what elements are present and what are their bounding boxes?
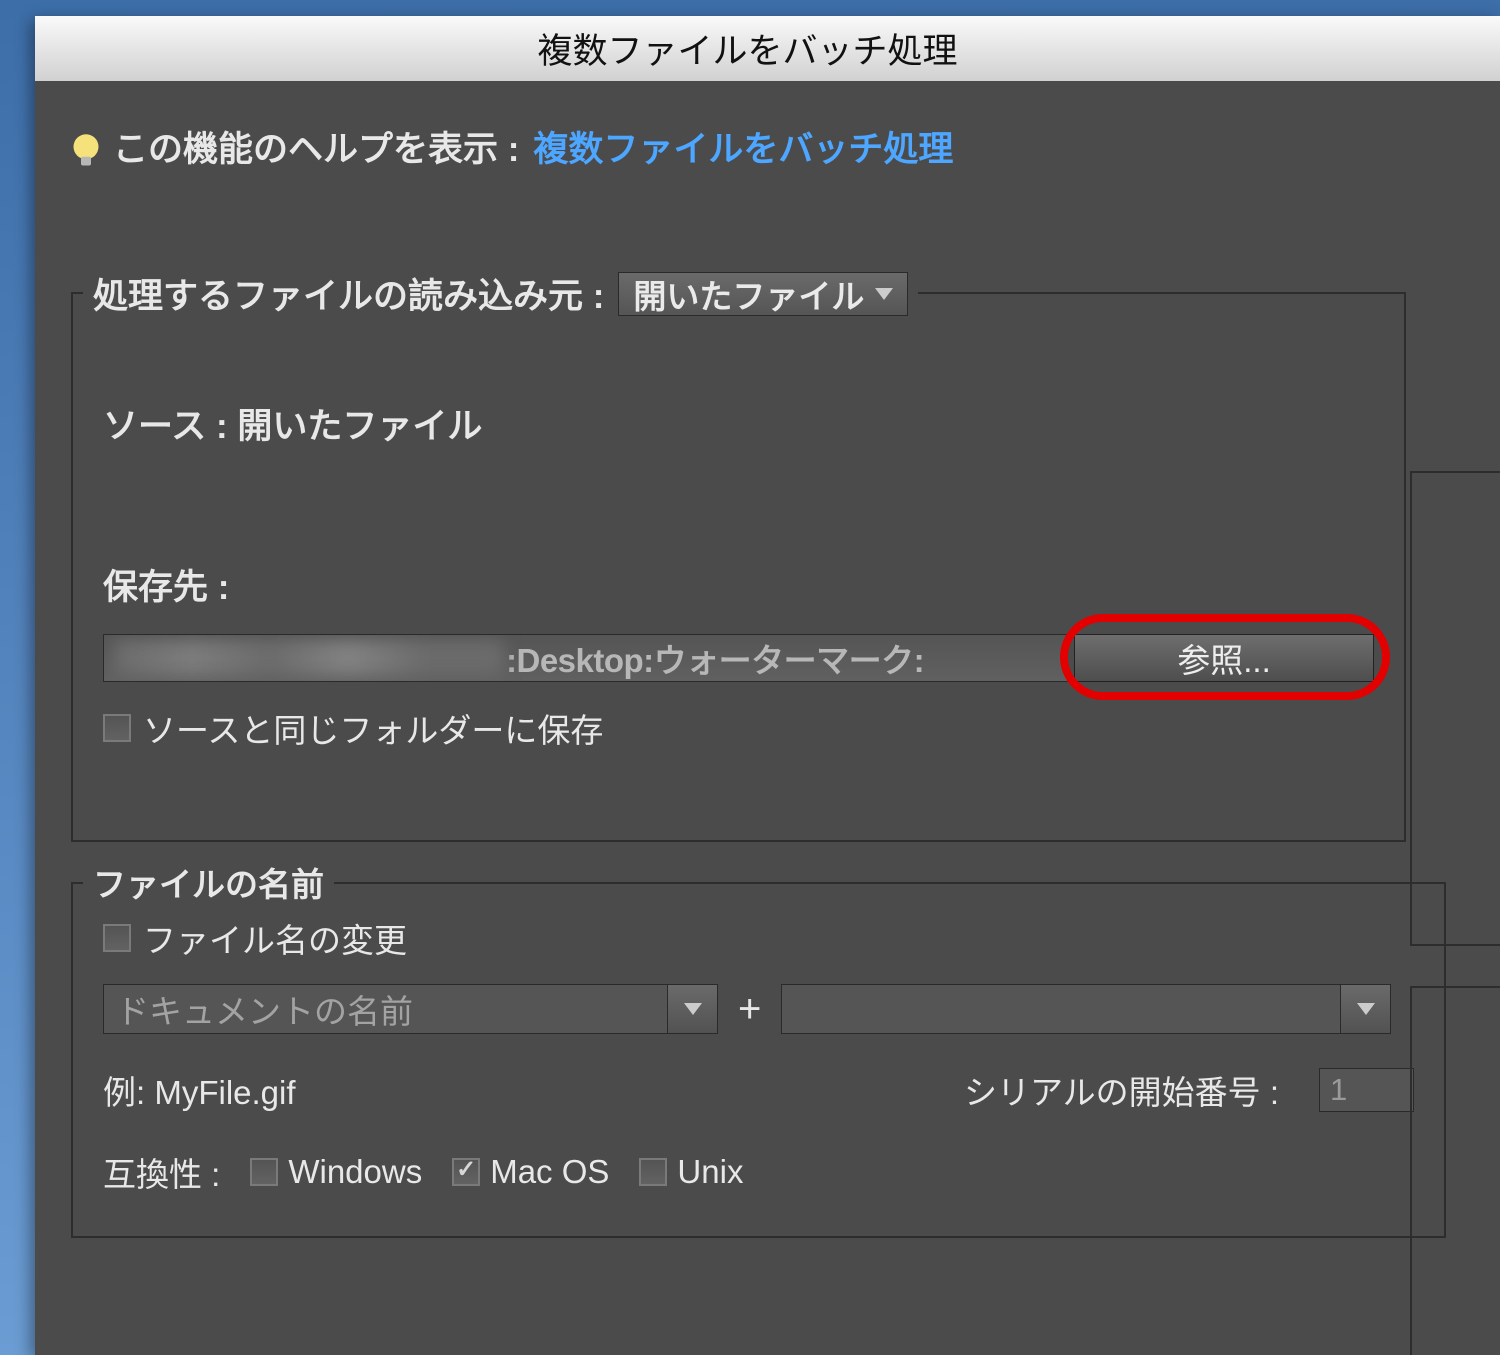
titlebar: 複数ファイルをバッチ処理 xyxy=(35,16,1500,81)
serial-value: 1 xyxy=(1330,1072,1347,1108)
name-combo-1-input[interactable]: ドキュメントの名前 xyxy=(103,984,668,1034)
same-folder-row: ソースと同じフォルダーに保存 xyxy=(103,704,1374,752)
compat-windows-label: Windows xyxy=(288,1153,422,1191)
example-label: 例: MyFile.gif xyxy=(103,1066,296,1114)
rename-row: ファイル名の変更 xyxy=(103,914,1414,962)
source-fieldset: 処理するファイルの読み込み元 : 開いたファイル ソース : 開いたファイル 保… xyxy=(71,292,1406,842)
right-panel-outline-2 xyxy=(1410,986,1500,1355)
name-combo-1: ドキュメントの名前 xyxy=(103,984,718,1034)
name-combo-1-button[interactable] xyxy=(668,984,718,1034)
name-pattern-row: ドキュメントの名前 + xyxy=(103,984,1414,1034)
name-combo-2-button[interactable] xyxy=(1341,984,1391,1034)
destination-label: 保存先 : xyxy=(103,559,1374,610)
same-folder-checkbox[interactable] xyxy=(103,714,131,742)
path-visible-segment: :Desktop:ウォーターマーク: xyxy=(506,634,924,682)
destination-path-row: :Desktop:ウォーターマーク: 参照... xyxy=(103,634,1374,682)
filename-fieldset: ファイルの名前 ファイル名の変更 ドキュメントの名前 + xyxy=(71,882,1446,1238)
compatibility-row: 互換性 : Windows Mac OS Unix xyxy=(103,1148,1414,1196)
compat-macos-item: Mac OS xyxy=(452,1153,609,1191)
source-legend: 処理するファイルの読み込み元 : 開いたファイル xyxy=(83,268,918,319)
compat-macos-label: Mac OS xyxy=(490,1153,609,1191)
right-panel-outline-1 xyxy=(1410,471,1500,946)
compat-windows-checkbox[interactable] xyxy=(250,1158,278,1186)
chevron-down-icon xyxy=(875,288,893,300)
compat-unix-label: Unix xyxy=(677,1153,743,1191)
rename-label: ファイル名の変更 xyxy=(143,914,407,962)
source-dropdown-value: 開いたファイル xyxy=(633,270,864,318)
help-link[interactable]: 複数ファイルをバッチ処理 xyxy=(533,121,953,172)
serial-input[interactable]: 1 xyxy=(1319,1068,1414,1112)
browse-button-label: 参照... xyxy=(1177,634,1271,682)
plus-separator: + xyxy=(738,987,761,1032)
compat-windows-item: Windows xyxy=(250,1153,422,1191)
example-serial-row: 例: MyFile.gif シリアルの開始番号 : 1 xyxy=(103,1066,1414,1114)
lightbulb-icon xyxy=(71,133,99,161)
browse-button[interactable]: 参照... xyxy=(1074,634,1374,682)
compat-macos-checkbox[interactable] xyxy=(452,1158,480,1186)
chevron-down-icon xyxy=(684,1003,702,1015)
name-combo-2-input[interactable] xyxy=(781,984,1341,1034)
compat-label: 互換性 : xyxy=(103,1148,220,1196)
destination-path-field[interactable]: :Desktop:ウォーターマーク: xyxy=(103,634,1068,682)
dialog-body: この機能のヘルプを表示 : 複数ファイルをバッチ処理 処理するファイルの読み込み… xyxy=(35,81,1500,1355)
source-dropdown[interactable]: 開いたファイル xyxy=(618,272,908,316)
compat-unix-checkbox[interactable] xyxy=(639,1158,667,1186)
chevron-down-icon xyxy=(1357,1003,1375,1015)
source-value-label: ソース : 開いたファイル xyxy=(103,398,1374,449)
help-row: この機能のヘルプを表示 : 複数ファイルをバッチ処理 xyxy=(71,121,1500,172)
path-redacted-segment xyxy=(114,640,504,676)
same-folder-label: ソースと同じフォルダーに保存 xyxy=(143,704,603,752)
rename-checkbox[interactable] xyxy=(103,924,131,952)
serial-label: シリアルの開始番号 : xyxy=(964,1066,1279,1114)
help-prefix: この機能のヘルプを表示 : xyxy=(113,121,519,172)
name-combo-1-value: ドキュメントの名前 xyxy=(116,985,413,1033)
filename-legend-label: ファイルの名前 xyxy=(93,858,324,906)
browse-button-highlight: 参照... xyxy=(1074,634,1374,682)
filename-legend: ファイルの名前 xyxy=(83,858,334,906)
compat-unix-item: Unix xyxy=(639,1153,743,1191)
source-legend-label: 処理するファイルの読み込み元 : xyxy=(93,268,604,319)
dialog-title: 複数ファイルをバッチ処理 xyxy=(537,23,957,74)
batch-dialog: 複数ファイルをバッチ処理 この機能のヘルプを表示 : 複数ファイルをバッチ処理 … xyxy=(35,16,1500,1355)
name-combo-2 xyxy=(781,984,1391,1034)
